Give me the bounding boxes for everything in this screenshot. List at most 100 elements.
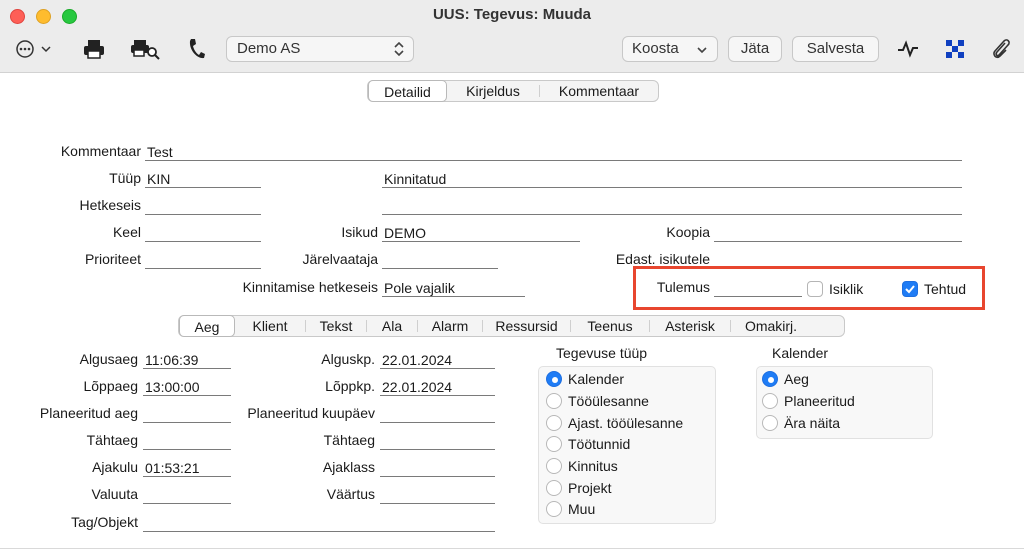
- radio-ajast-tooulesanne[interactable]: [546, 415, 562, 431]
- isiklik-checkbox[interactable]: [807, 281, 823, 297]
- radio-tooulesanne-label: Tööülesanne: [568, 393, 649, 409]
- valuuta-label: Valuuta: [91, 486, 138, 502]
- alguskp-label: Alguskp.: [321, 351, 375, 367]
- tegevuse-tyyp-title: Tegevuse tüüp: [556, 345, 648, 361]
- hetkeseis-label: Hetkeseis: [79, 197, 141, 213]
- tab-klient[interactable]: Klient: [235, 316, 305, 336]
- algusaeg-label: Algusaeg: [79, 351, 138, 367]
- ellipsis-circle-icon: [16, 40, 51, 58]
- radio-kinnitus[interactable]: [546, 458, 562, 474]
- isikud-field[interactable]: DEMO: [382, 224, 580, 242]
- paperclip-icon: [993, 39, 1010, 59]
- koosta-button[interactable]: Koosta: [622, 36, 718, 62]
- koopia-field[interactable]: [714, 224, 962, 242]
- radio-kinnitus-label: Kinnitus: [568, 458, 618, 474]
- planeeritud-kuupaev-field[interactable]: [380, 405, 495, 423]
- jata-button[interactable]: Jäta: [728, 36, 782, 62]
- algusaeg-field[interactable]: 11:06:39: [143, 351, 231, 369]
- print-preview-button[interactable]: [130, 38, 160, 60]
- tab-ala[interactable]: Ala: [367, 316, 417, 336]
- window-toolbar: UUS: Tegevus: Muuda Demo AS Koosta Jäta …: [0, 0, 1024, 73]
- radio-tooulesanne[interactable]: [546, 393, 562, 409]
- more-actions-button[interactable]: [15, 39, 53, 59]
- radio-muu-label: Muu: [568, 501, 596, 517]
- jarelvaataja-field[interactable]: [382, 251, 498, 269]
- ajakulu-label: Ajakulu: [92, 459, 138, 475]
- loppaeg-field[interactable]: 13:00:00: [143, 378, 231, 396]
- kommentaar-field[interactable]: Test: [145, 143, 962, 161]
- ajaklass-label: Ajaklass: [322, 459, 375, 475]
- vaartus-field[interactable]: [380, 486, 495, 504]
- radio-ara-naita[interactable]: [762, 415, 778, 431]
- isiklik-label: Isiklik: [829, 281, 864, 297]
- sub-tabs: Aeg Klient Tekst Ala Alarm Ressursid Tee…: [178, 315, 845, 337]
- tyyp-description-field: Kinnitatud: [382, 170, 962, 188]
- checkmark-icon: [905, 285, 915, 294]
- loppkp-field[interactable]: 22.01.2024: [380, 378, 495, 396]
- tab-aeg[interactable]: Aeg: [179, 315, 235, 337]
- radio-planeeritud[interactable]: [762, 393, 778, 409]
- tehtud-label: Tehtud: [924, 281, 967, 297]
- planeeritud-aeg-label: Planeeritud aeg: [39, 405, 138, 421]
- kalender-title: Kalender: [772, 345, 829, 361]
- radio-aeg[interactable]: [762, 371, 778, 387]
- salvesta-button[interactable]: Salvesta: [792, 36, 879, 62]
- tehtud-checkbox[interactable]: [902, 281, 918, 297]
- prioriteet-field[interactable]: [145, 251, 261, 269]
- tab-omakirj[interactable]: Omakirj.: [731, 316, 811, 336]
- chevron-down-icon: [697, 47, 707, 54]
- prioriteet-label: Prioriteet: [84, 251, 141, 267]
- print-button[interactable]: [82, 38, 106, 60]
- tab-teenus[interactable]: Teenus: [571, 316, 649, 336]
- tab-asterisk[interactable]: Asterisk: [650, 316, 730, 336]
- activity-button[interactable]: [897, 40, 919, 58]
- isikud-label: Isikud: [341, 224, 378, 240]
- tahtaeg2-field[interactable]: [380, 432, 495, 450]
- tahtaeg-field[interactable]: [143, 432, 231, 450]
- tulemus-field[interactable]: [714, 279, 802, 297]
- tab-kirjeldus[interactable]: Kirjeldus: [447, 81, 539, 101]
- alguskp-field[interactable]: 22.01.2024: [380, 351, 495, 369]
- keel-field[interactable]: [145, 224, 261, 242]
- edast-isikutele-label: Edast. isikutele: [615, 251, 710, 267]
- tag-objekt-field[interactable]: [143, 514, 495, 532]
- ajaklass-field[interactable]: [380, 459, 495, 477]
- radio-ara-naita-label: Ära näita: [784, 415, 841, 431]
- tab-tekst[interactable]: Tekst: [306, 316, 366, 336]
- print-preview-icon: [131, 40, 160, 60]
- connections-button[interactable]: [945, 39, 965, 59]
- tahtaeg2-label: Tähtaeg: [323, 432, 375, 448]
- kinnitamise-hetkeseis-field[interactable]: Pole vajalik: [382, 279, 525, 297]
- ajakulu-field[interactable]: 01:53:21: [143, 459, 231, 477]
- attachment-button[interactable]: [990, 37, 1012, 61]
- company-select[interactable]: Demo AS: [226, 36, 414, 62]
- valuuta-field[interactable]: [143, 486, 231, 504]
- radio-kalender[interactable]: [546, 371, 562, 387]
- radio-projekt[interactable]: [546, 480, 562, 496]
- tab-kommentaar[interactable]: Kommentaar: [540, 81, 658, 101]
- keel-label: Keel: [112, 224, 141, 240]
- radio-muu[interactable]: [546, 501, 562, 517]
- planeeritud-aeg-field[interactable]: [143, 405, 231, 423]
- planeeritud-kuupaev-label: Planeeritud kuupäev: [247, 405, 375, 421]
- koosta-label: Koosta: [632, 40, 679, 57]
- radio-projekt-label: Projekt: [568, 480, 612, 496]
- kinnitamise-hetkeseis-label: Kinnitamise hetkeseis: [242, 279, 378, 295]
- call-button[interactable]: [186, 37, 206, 61]
- radio-tootunnid[interactable]: [546, 436, 562, 452]
- top-tabs: Detailid Kirjeldus Kommentaar: [367, 80, 659, 102]
- tab-ressursid[interactable]: Ressursid: [483, 316, 570, 336]
- kommentaar-label: Kommentaar: [60, 143, 141, 159]
- tab-alarm[interactable]: Alarm: [418, 316, 482, 336]
- bottom-divider: [0, 548, 1024, 549]
- vaartus-label: Väärtus: [326, 486, 375, 502]
- radio-ajast-tooulesanne-label: Ajast. tööülesanne: [568, 415, 684, 431]
- network-x-icon: [946, 40, 964, 58]
- hetkeseis-description-field: [382, 197, 962, 215]
- hetkeseis-field[interactable]: [145, 197, 261, 215]
- loppkp-label: Lõppkp.: [325, 378, 375, 394]
- tahtaeg-label: Tähtaeg: [86, 432, 138, 448]
- tyyp-field[interactable]: KIN: [145, 170, 261, 188]
- jarelvaataja-label: Järelvaataja: [302, 251, 379, 267]
- tab-detailid[interactable]: Detailid: [368, 80, 447, 102]
